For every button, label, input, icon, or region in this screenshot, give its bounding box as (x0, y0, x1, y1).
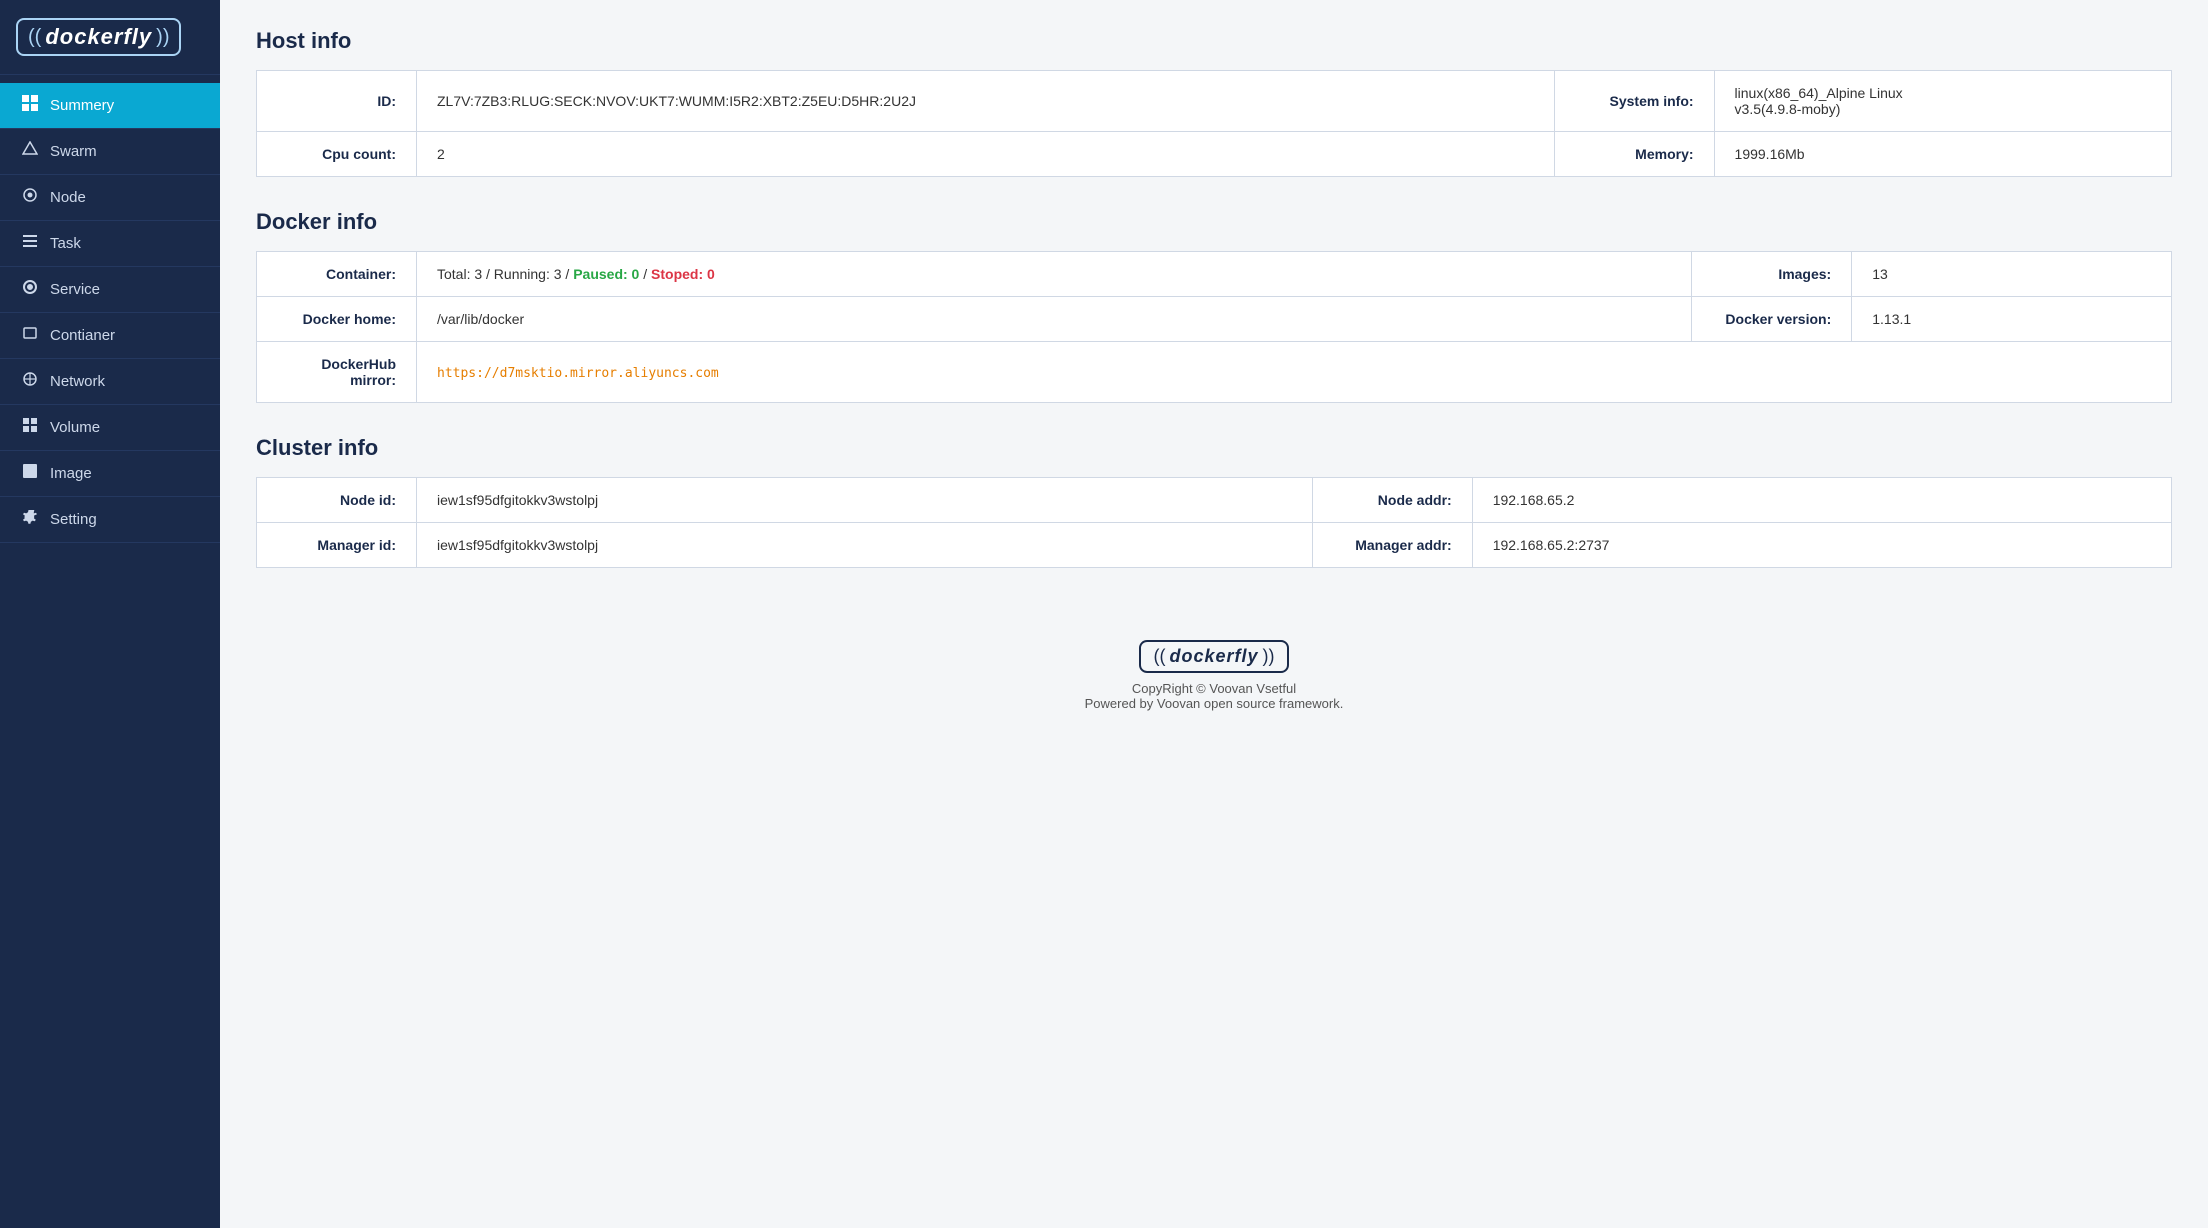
sidebar-item-swarm[interactable]: Swarm (0, 129, 220, 175)
manager-addr-label: Manager addr: (1312, 523, 1472, 568)
cpu-count-label: Cpu count: (257, 132, 417, 177)
container-stopped: Stoped: 0 (651, 266, 715, 282)
footer-logo-text: dockerfly (1169, 646, 1258, 667)
main-content: Host info ID: ZL7V:7ZB3:RLUG:SECK:NVOV:U… (220, 0, 2208, 1228)
task-icon (20, 233, 40, 254)
sidebar-item-label-summery: Summery (50, 97, 114, 114)
memory-label: Memory: (1554, 132, 1714, 177)
network-icon (20, 371, 40, 392)
node-id-value: iew1sf95dfgitokkv3wstolpj (417, 478, 1313, 523)
sidebar-item-label-network: Network (50, 373, 105, 390)
node-icon (20, 187, 40, 208)
sidebar: (( dockerfly )) Summery Swarm Node Task Serv… (0, 0, 220, 1228)
container-icon (20, 325, 40, 346)
id-value: ZL7V:7ZB3:RLUG:SECK:NVOV:UKT7:WUMM:I5R2:… (417, 71, 1555, 132)
node-id-label: Node id: (257, 478, 417, 523)
docker-home-label: Docker home: (257, 297, 417, 342)
memory-value: 1999.16Mb (1714, 132, 2171, 177)
service-icon (20, 279, 40, 300)
images-value: 13 (1852, 252, 2172, 297)
docker-info-table: Container: Total: 3 / Running: 3 / Pause… (256, 251, 2172, 403)
footer-logo: (( dockerfly )) (256, 640, 2172, 673)
footer: (( dockerfly )) CopyRight © Voovan Vsetf… (256, 600, 2172, 731)
sidebar-item-label-node: Node (50, 189, 86, 206)
container-sep: / (639, 266, 651, 282)
container-total: Total: 3 / Running: 3 / (437, 266, 573, 282)
sidebar-logo: (( dockerfly )) (0, 0, 220, 75)
dockerhub-link: https://d7msktio.mirror.aliyuncs.com (437, 366, 719, 381)
sidebar-item-label-setting: Setting (50, 511, 97, 528)
host-info-title: Host info (256, 28, 2172, 54)
sidebar-item-label-service: Service (50, 281, 100, 298)
footer-logo-right-paren: )) (1263, 646, 1275, 667)
sidebar-item-summery[interactable]: Summery (0, 83, 220, 129)
dockerhub-label: DockerHubmirror: (257, 342, 417, 403)
host-info-table: ID: ZL7V:7ZB3:RLUG:SECK:NVOV:UKT7:WUMM:I… (256, 70, 2172, 177)
docker-home-value: /var/lib/docker (417, 297, 1692, 342)
system-info-line2: v3.5(4.9.8-moby) (1735, 101, 1841, 117)
docker-info-title: Docker info (256, 209, 2172, 235)
container-value: Total: 3 / Running: 3 / Paused: 0 / Stop… (417, 252, 1692, 297)
sidebar-item-label-image: Image (50, 465, 92, 482)
container-paused: Paused: 0 (573, 266, 639, 282)
sidebar-item-label-task: Task (50, 235, 81, 252)
sidebar-item-label-swarm: Swarm (50, 143, 97, 160)
sidebar-item-label-volume: Volume (50, 419, 100, 436)
dockerhub-value: https://d7msktio.mirror.aliyuncs.com (417, 342, 2172, 403)
docker-version-label: Docker version: (1692, 297, 1852, 342)
id-label: ID: (257, 71, 417, 132)
cluster-info-table: Node id: iew1sf95dfgitokkv3wstolpj Node … (256, 477, 2172, 568)
sidebar-item-task[interactable]: Task (0, 221, 220, 267)
system-info-label: System info: (1554, 71, 1714, 132)
node-addr-label: Node addr: (1312, 478, 1472, 523)
manager-id-value: iew1sf95dfgitokkv3wstolpj (417, 523, 1313, 568)
docker-version-value: 1.13.1 (1852, 297, 2172, 342)
logo-text: dockerfly (45, 24, 152, 50)
sidebar-item-node[interactable]: Node (0, 175, 220, 221)
manager-addr-value: 192.168.65.2:2737 (1472, 523, 2171, 568)
images-label: Images: (1692, 252, 1852, 297)
node-addr-value: 192.168.65.2 (1472, 478, 2171, 523)
footer-logo-left-paren: (( (1153, 646, 1165, 667)
sidebar-item-network[interactable]: Network (0, 359, 220, 405)
system-info-value: linux(x86_64)_Alpine Linux v3.5(4.9.8-mo… (1714, 71, 2171, 132)
logo-left-paren: (( (28, 26, 41, 49)
container-label: Container: (257, 252, 417, 297)
sidebar-item-volume[interactable]: Volume (0, 405, 220, 451)
sidebar-item-image[interactable]: Image (0, 451, 220, 497)
summery-icon (20, 95, 40, 116)
footer-powered: Powered by Voovan open source framework. (256, 696, 2172, 711)
sidebar-item-label-container: Contianer (50, 327, 115, 344)
sidebar-item-setting[interactable]: Setting (0, 497, 220, 543)
logo-right-paren: )) (156, 26, 169, 49)
cpu-count-value: 2 (417, 132, 1555, 177)
system-info-line1: linux(x86_64)_Alpine Linux (1735, 85, 1903, 101)
setting-icon (20, 509, 40, 530)
sidebar-nav: Summery Swarm Node Task Service Contianer Netw… (0, 75, 220, 1228)
sidebar-item-container[interactable]: Contianer (0, 313, 220, 359)
manager-id-label: Manager id: (257, 523, 417, 568)
volume-icon (20, 417, 40, 438)
swarm-icon (20, 141, 40, 162)
sidebar-item-service[interactable]: Service (0, 267, 220, 313)
image-icon (20, 463, 40, 484)
footer-copyright: CopyRight © Voovan Vsetful (256, 681, 2172, 696)
cluster-info-title: Cluster info (256, 435, 2172, 461)
